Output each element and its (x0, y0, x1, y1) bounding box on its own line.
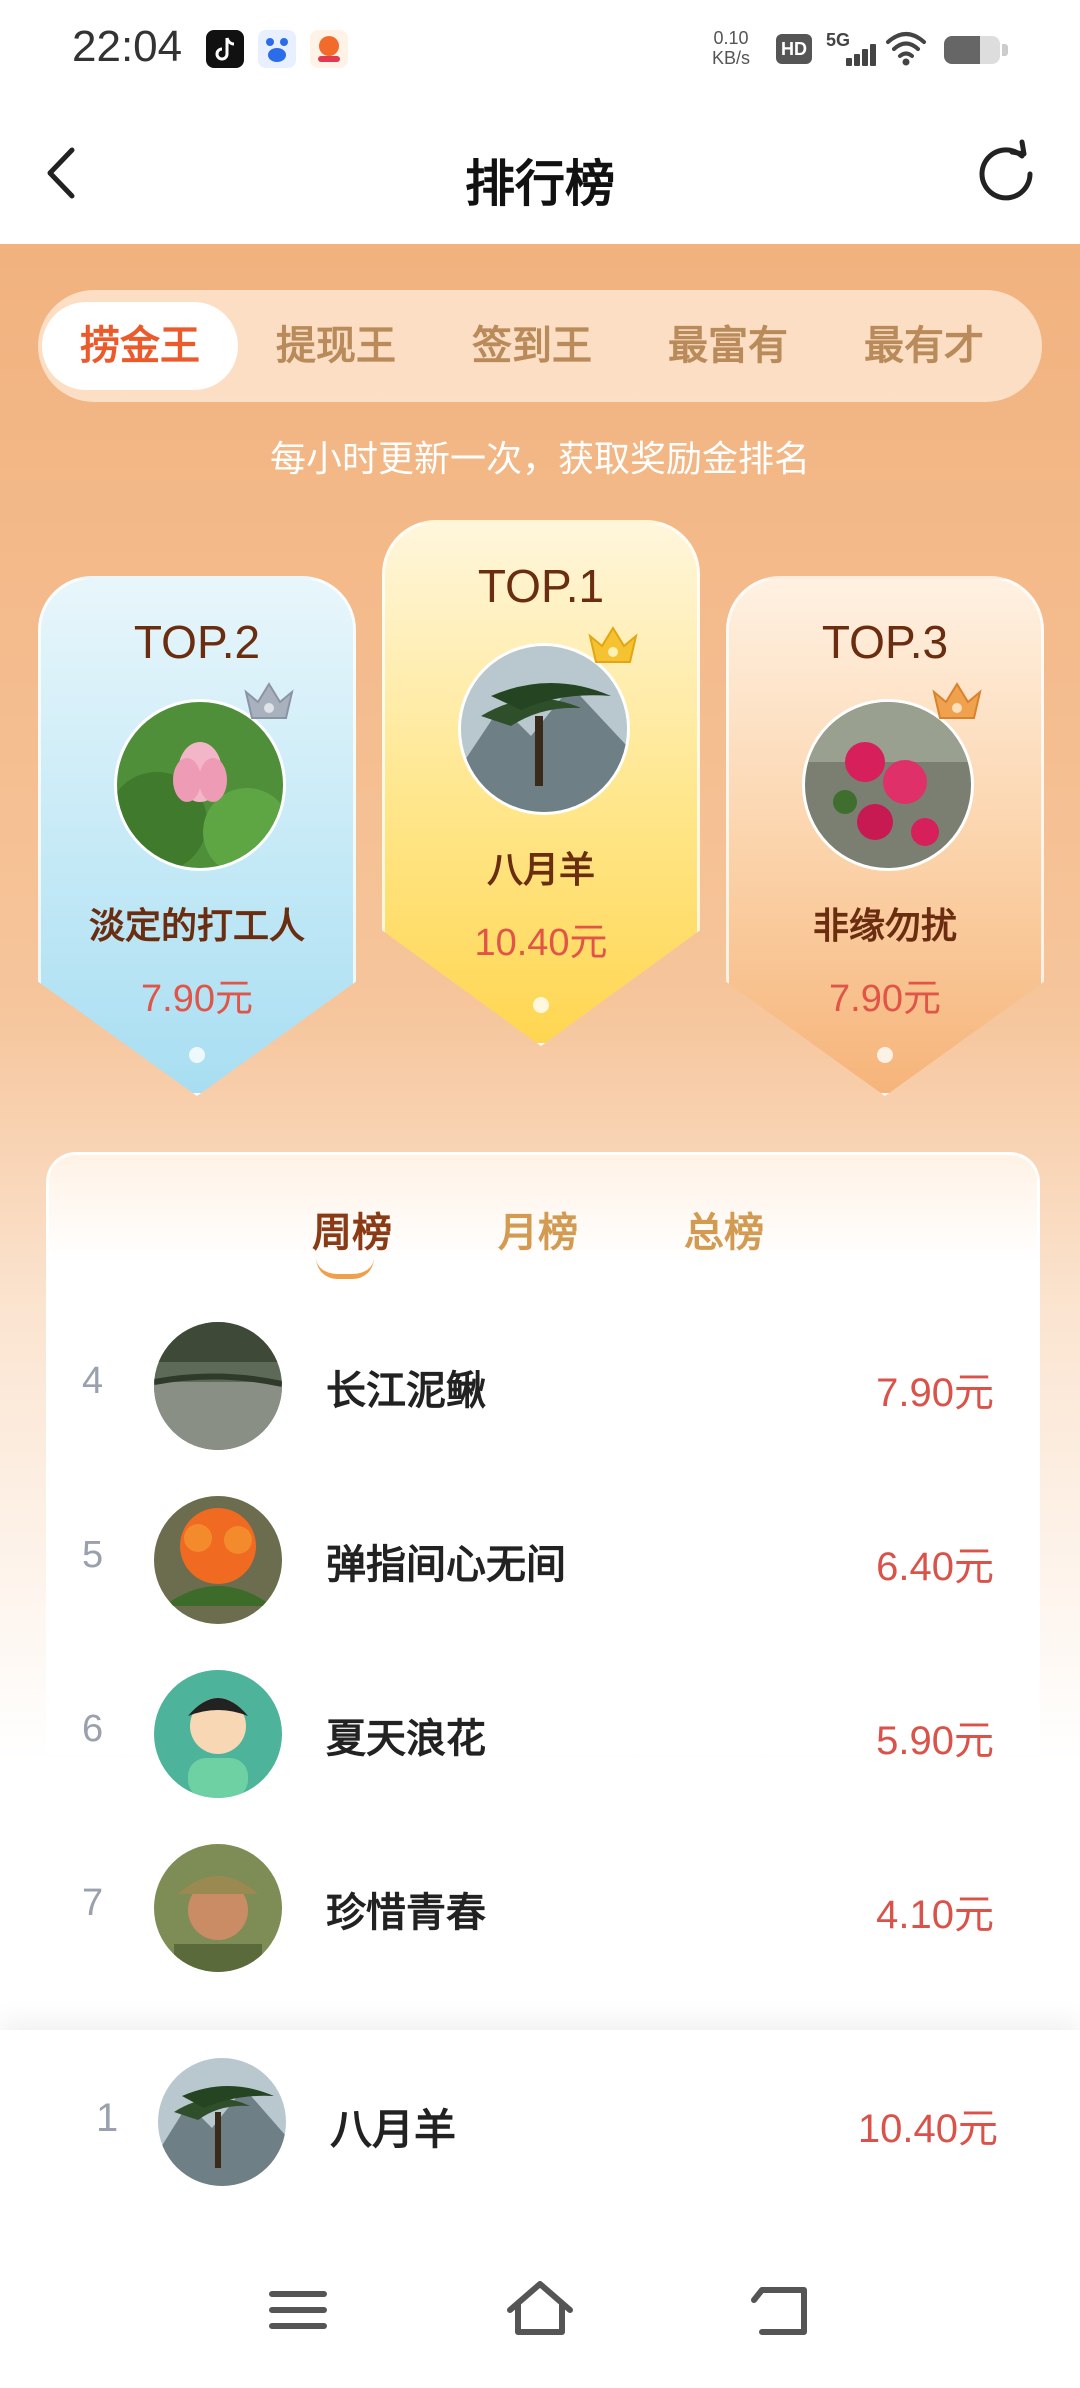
tiktok-icon (206, 30, 244, 68)
rank-number: 4 (82, 1360, 104, 1402)
avatar (154, 1670, 282, 1798)
rank-number: 7 (82, 1882, 104, 1924)
winner-name: 淡定的打工人 (88, 906, 305, 947)
reward-amount: 6.40元 (876, 1545, 994, 1589)
home-icon[interactable] (500, 2270, 580, 2350)
menu-icon[interactable] (258, 2270, 338, 2350)
gold-crown-icon (588, 626, 638, 663)
clock: 22:04 (72, 22, 183, 71)
user-name: 夏天浪花 (326, 1716, 486, 1762)
winner-amount: 7.90元 (829, 978, 941, 1020)
tab-laojinwang[interactable]: 捞金王 (42, 302, 238, 390)
winner-name: 八月羊 (486, 850, 595, 891)
user-name: 弹指间心无间 (326, 1542, 566, 1588)
signal-icon (840, 38, 876, 66)
tab-zuifuyou[interactable]: 最富有 (630, 302, 826, 390)
hd-badge: HD (776, 34, 812, 64)
silver-crown-icon (244, 682, 294, 719)
app-header: 排行榜 (0, 100, 1080, 244)
winner-amount: 7.90元 (141, 978, 253, 1020)
avatar (114, 699, 286, 871)
battery-icon (944, 36, 1000, 64)
status-bar: 22:04 0.10 KB/s HD 5G (0, 0, 1080, 100)
page-title: 排行榜 (465, 155, 615, 213)
rank-label: TOP.2 (133, 616, 261, 668)
list-item[interactable]: 4 长江泥鳅 7.90元 (0, 1312, 1080, 1462)
rank-number: 1 (96, 2096, 119, 2140)
network-speed: 0.10 KB/s (712, 28, 751, 68)
rank-label: TOP.1 (477, 560, 605, 612)
reward-amount: 5.90元 (876, 1719, 994, 1763)
rank-number: 5 (82, 1534, 104, 1576)
app-icon (310, 30, 348, 68)
avatar (158, 2058, 286, 2186)
list-item[interactable]: 5 弹指间心无间 6.40元 (0, 1486, 1080, 1636)
tab-zuiyoucai[interactable]: 最有才 (826, 302, 1022, 390)
reward-amount: 7.90元 (876, 1371, 994, 1415)
avatar (802, 699, 974, 871)
tab-monthly[interactable]: 月榜 (498, 1200, 578, 1258)
back-icon[interactable] (742, 2270, 822, 2350)
update-note: 每小时更新一次，获取奖励金排名 (269, 439, 810, 480)
tab-weekly[interactable]: 周榜 (312, 1200, 392, 1258)
user-name: 八月羊 (330, 2105, 457, 2154)
category-tabs: 捞金王 提现王 签到王 最富有 最有才 (38, 290, 1042, 402)
tab-qiandaowang[interactable]: 签到王 (434, 302, 630, 390)
baidu-icon (258, 30, 296, 68)
user-name: 珍惜青春 (326, 1890, 486, 1936)
avatar (154, 1496, 282, 1624)
rank-number: 6 (82, 1708, 104, 1750)
reward-amount: 4.10元 (876, 1893, 994, 1937)
tab-tixianwang[interactable]: 提现王 (238, 302, 434, 390)
avatar (458, 643, 630, 815)
winner-amount: 10.40元 (474, 922, 608, 964)
list-item[interactable]: 6 夏天浪花 5.90元 (0, 1660, 1080, 1810)
rank-label: TOP.3 (821, 616, 949, 668)
reward-amount: 10.40元 (857, 2107, 998, 2151)
list-item[interactable]: 7 珍惜青春 4.10元 (0, 1834, 1080, 1984)
system-nav-bar (0, 2230, 1080, 2388)
bronze-crown-icon (932, 682, 982, 719)
wifi-icon (886, 32, 926, 66)
avatar (154, 1844, 282, 1972)
tab-total[interactable]: 总榜 (684, 1200, 764, 1258)
user-name: 长江泥鳅 (326, 1368, 486, 1414)
avatar (154, 1322, 282, 1450)
my-rank-bar[interactable]: 1 八月羊 10.40元 (0, 2030, 1080, 2230)
winner-name: 非缘勿扰 (812, 906, 957, 947)
refresh-icon[interactable] (968, 136, 1044, 212)
